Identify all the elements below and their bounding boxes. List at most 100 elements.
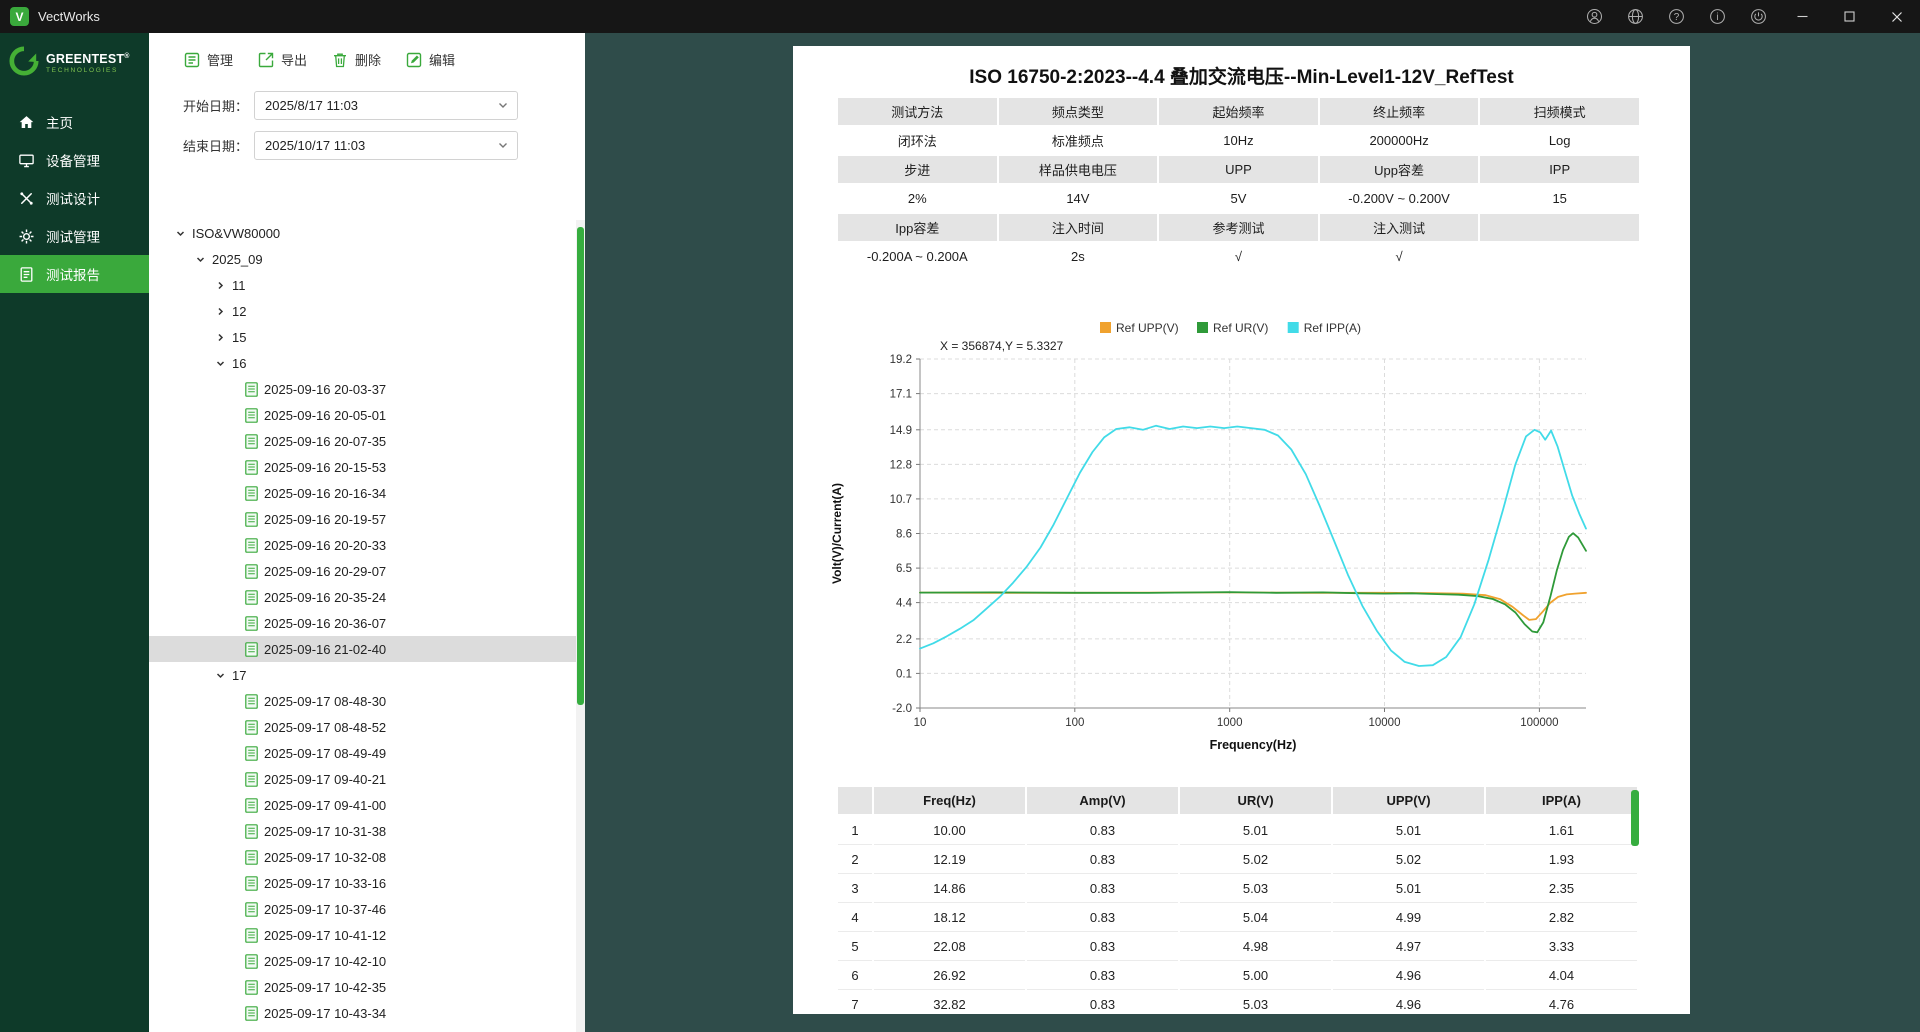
tree-leaf[interactable]: 2025-09-17 10-33-16 <box>149 870 576 896</box>
start-date-select[interactable]: 2025/8/17 11:03 <box>254 91 519 120</box>
sidebar-item-test-management[interactable]: 测试管理 <box>0 217 149 255</box>
close-button[interactable] <box>1873 0 1920 33</box>
delete-button[interactable]: 删除 <box>331 50 381 69</box>
tree-branch[interactable]: 11 <box>149 272 576 298</box>
table-row[interactable]: 2 12.19 0.83 5.02 5.02 1.93 <box>838 845 1637 874</box>
info-icon[interactable]: i <box>1697 0 1738 33</box>
tree-branch[interactable]: ISO&VW80000 <box>149 220 576 246</box>
brand: GREENTEST® TECHNOLOGIES <box>0 33 149 95</box>
tree-leaf[interactable]: 2025-09-17 10-43-34 <box>149 1000 576 1026</box>
param-value-cell: 标准频点 <box>998 127 1158 154</box>
tree-leaf[interactable]: 2025-09-17 10-42-35 <box>149 974 576 1000</box>
sidebar-menu: 主页设备管理测试设计 测试管理 测试报告 <box>0 103 149 293</box>
chevron-down-icon[interactable] <box>175 228 186 239</box>
chevron-down-icon[interactable] <box>215 670 226 681</box>
tree-leaf[interactable]: 2025-09-16 20-35-24 <box>149 584 576 610</box>
manage-icon <box>183 51 201 69</box>
chevron-right-icon[interactable] <box>215 280 226 291</box>
table-row[interactable]: 1 10.00 0.83 5.01 5.01 1.61 <box>838 816 1637 845</box>
tree-scrollbar-thumb[interactable] <box>577 227 584 705</box>
tree-leaf[interactable]: 2025-09-16 20-36-07 <box>149 610 576 636</box>
tree-leaf[interactable]: 2025-09-17 10-31-38 <box>149 818 576 844</box>
tree-leaf[interactable]: 2025-09-16 21-02-40 <box>149 636 576 662</box>
chevron-down-icon[interactable] <box>215 358 226 369</box>
export-button[interactable]: 导出 <box>257 50 307 69</box>
sidebar-item-home[interactable]: 主页 <box>0 103 149 141</box>
tree-branch[interactable]: 15 <box>149 324 576 350</box>
table-row[interactable]: 7 32.82 0.83 5.03 4.96 4.76 <box>838 990 1637 1014</box>
tree-branch[interactable]: 17 <box>149 662 576 688</box>
tree-branch[interactable]: 2025_09 <box>149 246 576 272</box>
document-icon <box>245 485 258 501</box>
tree-leaf[interactable]: 2025-09-17 08-48-30 <box>149 688 576 714</box>
table-header-cell: Freq(Hz) <box>874 787 1025 814</box>
table-row[interactable]: 3 14.86 0.83 5.03 5.01 2.35 <box>838 874 1637 903</box>
chevron-right-icon[interactable] <box>215 306 226 317</box>
tree-leaf[interactable]: 2025-09-16 20-03-37 <box>149 376 576 402</box>
param-header-cell: UPP <box>1159 156 1318 183</box>
table-cell: 5.04 <box>1180 903 1331 932</box>
tree-leaf[interactable]: 2025-09-17 10-41-12 <box>149 922 576 948</box>
tree-branch[interactable]: 12 <box>149 298 576 324</box>
help-icon[interactable]: ? <box>1656 0 1697 33</box>
minimize-button[interactable] <box>1779 0 1826 33</box>
edit-button[interactable]: 编辑 <box>405 50 455 69</box>
brand-name: GREENTEST® <box>46 52 130 67</box>
table-scrollbar-thumb[interactable] <box>1631 790 1639 846</box>
param-header-cell: 测试方法 <box>838 98 997 125</box>
tree-leaf-label: 2025-09-16 20-07-35 <box>264 433 387 449</box>
table-cell: 4.97 <box>1333 932 1484 961</box>
tree-leaf[interactable]: 2025-09-17 08-48-52 <box>149 714 576 740</box>
end-date-select[interactable]: 2025/10/17 11:03 <box>254 131 519 160</box>
document-icon <box>245 797 258 813</box>
tree-leaf[interactable]: 2025-09-16 20-19-57 <box>149 506 576 532</box>
manage-button[interactable]: 管理 <box>183 50 233 69</box>
document-icon <box>245 927 258 943</box>
table-row[interactable]: 5 22.08 0.83 4.98 4.97 3.33 <box>838 932 1637 961</box>
tree-leaf[interactable]: 2025-09-16 20-05-01 <box>149 402 576 428</box>
tree-leaf-label: 2025-09-17 10-33-16 <box>264 875 387 891</box>
sidebar-item-test-design[interactable]: 测试设计 <box>0 179 149 217</box>
table-row-index: 1 <box>838 816 872 845</box>
tree-leaf-label: 2025-09-17 08-48-52 <box>264 719 387 735</box>
document-icon <box>245 537 258 553</box>
tree-leaf[interactable]: 2025-09-17 10-37-46 <box>149 896 576 922</box>
document-icon <box>245 511 258 527</box>
tree-leaf[interactable]: 2025-09-17 08-49-49 <box>149 740 576 766</box>
tree-leaf[interactable]: 2025-09-16 20-29-07 <box>149 558 576 584</box>
titlebar-actions: ? i <box>1574 0 1920 33</box>
tree-leaf[interactable] <box>149 1026 576 1032</box>
sidebar-item-device-management[interactable]: 设备管理 <box>0 141 149 179</box>
chevron-right-icon[interactable] <box>215 332 226 343</box>
tree-leaf[interactable]: 2025-09-16 20-07-35 <box>149 428 576 454</box>
tree-leaf[interactable]: 2025-09-16 20-15-53 <box>149 454 576 480</box>
document-icon <box>245 745 258 761</box>
globe-icon[interactable] <box>1615 0 1656 33</box>
tree-leaf[interactable]: 2025-09-17 10-42-10 <box>149 948 576 974</box>
power-icon[interactable] <box>1738 0 1779 33</box>
table-row[interactable]: 6 26.92 0.83 5.00 4.96 4.04 <box>838 961 1637 990</box>
table-cell: 5.02 <box>1180 845 1331 874</box>
param-header-row: 步进 样品供电电压 UPP Upp容差 IPP <box>838 156 1639 183</box>
tree-leaf[interactable]: 2025-09-16 20-20-33 <box>149 532 576 558</box>
table-header-cell <box>838 787 872 814</box>
maximize-button[interactable] <box>1826 0 1873 33</box>
tree-leaf[interactable]: 2025-09-17 09-41-00 <box>149 792 576 818</box>
tree-leaf[interactable]: 2025-09-17 09-40-21 <box>149 766 576 792</box>
tree-leaf[interactable]: 2025-09-16 20-16-34 <box>149 480 576 506</box>
tree-scrollbar[interactable] <box>576 220 585 1032</box>
table-cell: 26.92 <box>874 961 1025 990</box>
tree-leaf[interactable]: 2025-09-17 10-32-08 <box>149 844 576 870</box>
table-cell: 4.76 <box>1486 990 1637 1014</box>
sidebar-item-label: 设备管理 <box>46 154 100 169</box>
end-date-value: 2025/10/17 11:03 <box>265 138 366 153</box>
user-icon[interactable] <box>1574 0 1615 33</box>
tree-branch-label: 11 <box>232 277 246 293</box>
svg-text:?: ? <box>1674 12 1680 23</box>
sidebar-item-test-report[interactable]: 测试报告 <box>0 255 149 293</box>
table-row[interactable]: 4 18.12 0.83 5.04 4.99 2.82 <box>838 903 1637 932</box>
param-header-cell: IPP <box>1480 156 1639 183</box>
tree-leaf-label: 2025-09-17 10-37-46 <box>264 901 387 917</box>
tree-branch[interactable]: 16 <box>149 350 576 376</box>
chevron-down-icon[interactable] <box>195 254 206 265</box>
